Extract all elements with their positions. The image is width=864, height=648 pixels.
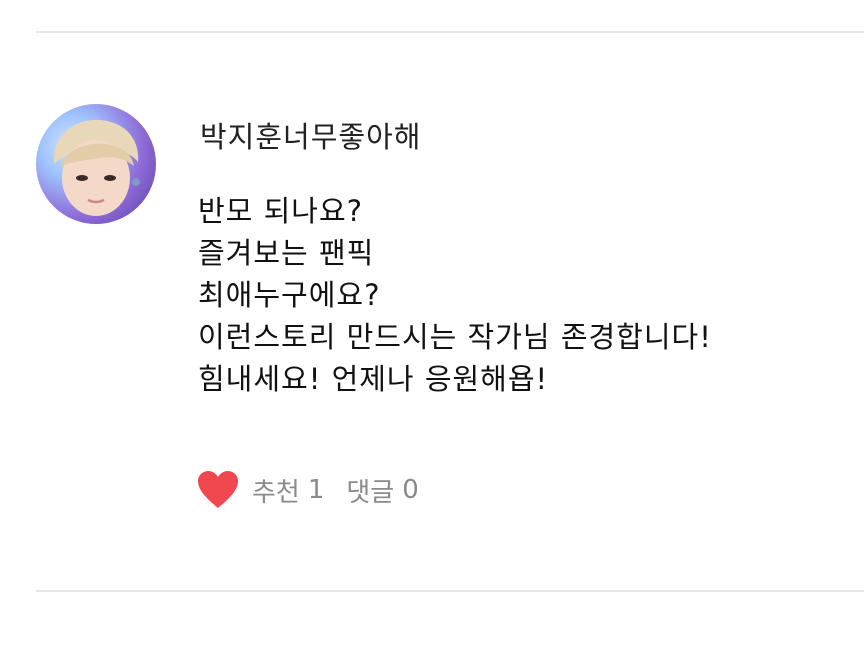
recommend-count: 1 <box>307 475 325 505</box>
heart-icon[interactable] <box>196 470 240 510</box>
avatar[interactable] <box>36 104 156 224</box>
recommend-label[interactable]: 추천 <box>252 472 300 509</box>
username[interactable]: 박지훈너무좋아해 <box>200 114 421 156</box>
comment-line: 이런스토리 만드시는 작가님 존경합니다! <box>198 320 712 354</box>
comment-meta: 추천 1 댓글 0 <box>196 470 419 510</box>
bottom-divider <box>36 590 864 592</box>
comment-body: 반모 되나요? 즐겨보는 팬픽 최애누구에요? 이런스토리 만드시는 작가님 존… <box>198 190 712 400</box>
top-divider <box>36 31 864 33</box>
comment-line: 힘내세요! 언제나 응원해욥! <box>198 362 549 396</box>
reply-label[interactable]: 댓글 <box>346 472 394 509</box>
comment-line: 최애누구에요? <box>198 278 381 312</box>
comment-line: 즐겨보는 팬픽 <box>198 236 375 270</box>
comment-line: 반모 되나요? <box>198 194 364 228</box>
reply-count: 0 <box>402 475 419 505</box>
